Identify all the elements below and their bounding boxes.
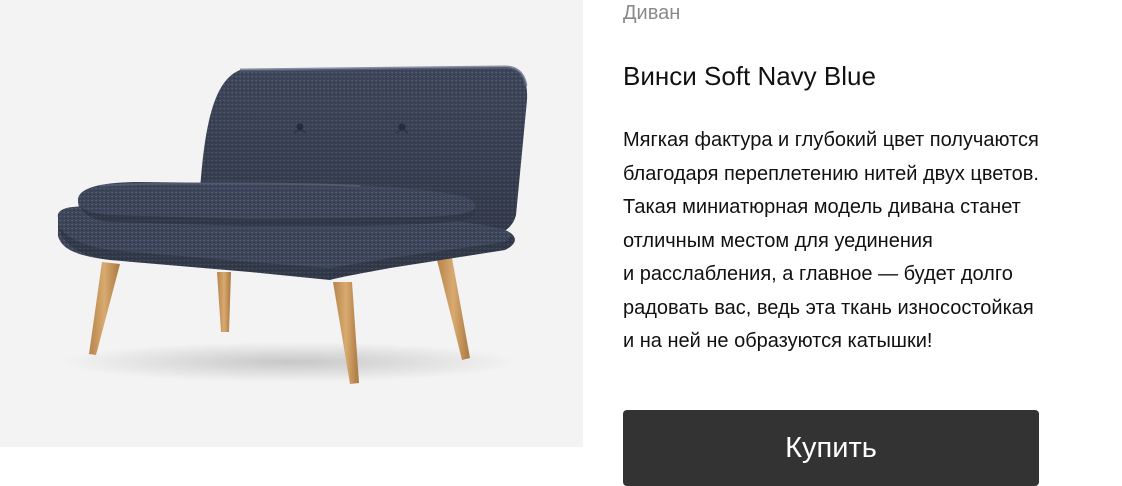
product-description: Мягкая фактура и глубокий цвет получаютс… bbox=[623, 124, 1122, 359]
description-line: Мягкая фактура и глубокий цвет получаютс… bbox=[623, 129, 1039, 151]
description-line: радовать вас, ведь эта ткань износостойк… bbox=[623, 296, 1034, 319]
product-card: Диван Винси Soft Navy Blue Мягкая фактур… bbox=[0, 0, 1122, 486]
product-image[interactable] bbox=[0, 0, 583, 447]
description-line: и расслабления, а главное — будет долго bbox=[623, 263, 1013, 285]
sofa-image bbox=[57, 65, 528, 384]
product-category: Диван bbox=[623, 2, 681, 24]
description-line: и на ней не образуются катышки! bbox=[623, 330, 933, 352]
product-title: Винси Soft Navy Blue bbox=[623, 61, 876, 91]
description-line: Такая миниатюрная модель дивана станет bbox=[623, 196, 1021, 218]
description-line: благодаря переплетению нитей двух цветов… bbox=[623, 162, 1039, 185]
buy-button[interactable]: Купить bbox=[623, 410, 1039, 486]
description-line: отличным местом для уединения bbox=[623, 229, 933, 252]
